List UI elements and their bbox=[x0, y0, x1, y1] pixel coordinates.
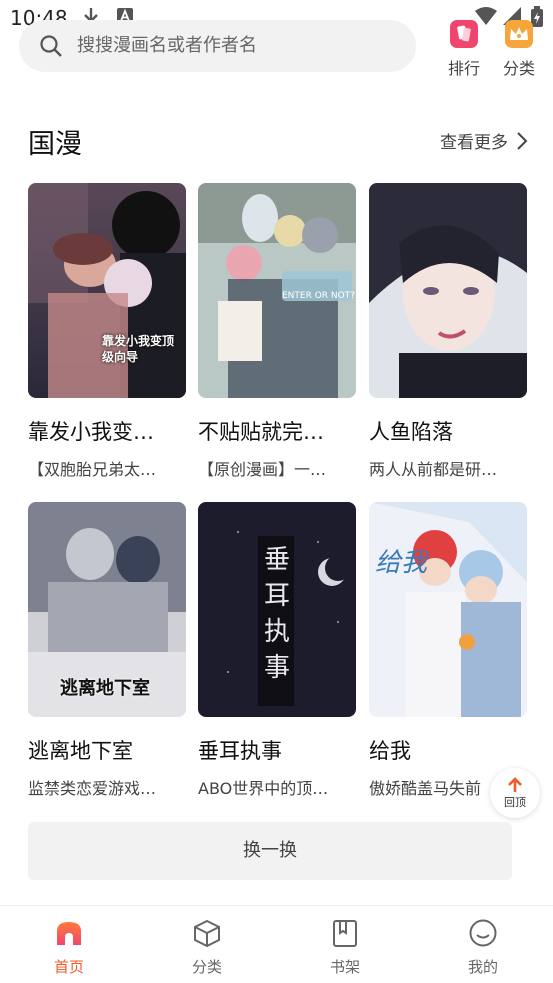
comic-title: 垂耳执事 bbox=[198, 739, 282, 763]
nav-item-profile[interactable]: 我的 bbox=[443, 918, 523, 977]
comic-cover: 靠发小我变顶级向导 bbox=[28, 183, 186, 398]
comic-cover bbox=[369, 183, 527, 398]
search-placeholder: 搜搜漫画名或者作者名 bbox=[77, 35, 257, 56]
nav-item-bookshelf[interactable]: 书架 bbox=[305, 918, 385, 977]
comic-title: 不贴贴就完… bbox=[198, 420, 324, 444]
smiley-icon bbox=[469, 919, 497, 947]
see-more-label: 查看更多 bbox=[440, 133, 508, 153]
nav-item-category[interactable]: 分类 bbox=[167, 918, 247, 977]
arrow-up-icon bbox=[508, 777, 522, 792]
rank-button[interactable]: 排行 bbox=[436, 20, 492, 79]
rank-icon bbox=[450, 20, 478, 48]
comic-cover: 垂耳执事 bbox=[198, 502, 356, 717]
comic-card[interactable]: 垂耳执事 垂耳执事 ABO世界中的顶… bbox=[198, 502, 356, 799]
section-title: 国漫 bbox=[28, 129, 82, 160]
comic-card[interactable]: 人鱼陷落 两人从前都是研… bbox=[369, 183, 527, 480]
comic-cover-title: 给我 bbox=[375, 548, 428, 578]
nav-label-category: 分类 bbox=[191, 958, 222, 976]
comic-cover: ENTER OR NOT? bbox=[198, 183, 356, 398]
comic-description: 【双胞胎兄弟太… bbox=[28, 460, 157, 479]
comic-card[interactable]: 逃离地下室 逃离地下室 监禁类恋爱游戏… bbox=[28, 502, 186, 799]
comic-title: 给我 bbox=[369, 739, 411, 763]
comic-cover-title: ENTER OR NOT? bbox=[282, 291, 356, 301]
comic-description: 两人从前都是研… bbox=[369, 460, 498, 479]
comic-cover: 给我 bbox=[369, 502, 527, 717]
comic-title: 逃离地下室 bbox=[28, 739, 133, 763]
category-button[interactable]: 分类 bbox=[491, 20, 547, 79]
category-label: 分类 bbox=[502, 59, 535, 78]
comic-card[interactable]: 靠发小我变顶级向导 靠发小我变… 【双胞胎兄弟太… bbox=[28, 183, 186, 480]
comic-description: 【原创漫画】一… bbox=[198, 460, 327, 479]
back-to-top-button[interactable]: 回顶 bbox=[490, 768, 540, 818]
comic-card[interactable]: 给我 给我 傲娇酷盖马失前 bbox=[369, 502, 527, 799]
nav-label-profile: 我的 bbox=[467, 958, 498, 976]
home-icon bbox=[57, 922, 81, 945]
back-to-top-label: 回顶 bbox=[504, 796, 526, 809]
comic-card[interactable]: ENTER OR NOT? 不贴贴就完… 【原创漫画】一… bbox=[198, 183, 356, 480]
nav-label-home: 首页 bbox=[53, 958, 84, 976]
search-icon bbox=[40, 35, 62, 57]
comic-cover-title: 逃离地下室 bbox=[60, 678, 150, 699]
crown-icon bbox=[505, 20, 533, 48]
nav-item-home[interactable]: 首页 bbox=[29, 918, 109, 977]
comic-cover-title: 靠发小我变顶级向导 bbox=[102, 334, 175, 364]
comic-cover: 逃离地下室 bbox=[28, 502, 186, 717]
refresh-button[interactable]: 换一换 bbox=[28, 822, 512, 880]
comic-title: 人鱼陷落 bbox=[369, 420, 453, 444]
section-header: 国漫 查看更多 bbox=[28, 118, 528, 162]
see-more-link[interactable]: 查看更多 bbox=[440, 128, 528, 153]
rank-label: 排行 bbox=[447, 59, 480, 78]
search-input[interactable]: 搜搜漫画名或者作者名 bbox=[19, 20, 416, 72]
comic-description: 监禁类恋爱游戏… bbox=[28, 779, 157, 798]
chevron-right-icon bbox=[517, 131, 528, 150]
cube-icon bbox=[194, 919, 220, 948]
comic-title: 靠发小我变… bbox=[28, 420, 154, 444]
comic-description: ABO世界中的顶… bbox=[198, 779, 329, 798]
bottom-nav: 首页 分类 书架 我的 bbox=[0, 905, 553, 983]
book-icon bbox=[333, 920, 357, 947]
nav-label-bookshelf: 书架 bbox=[329, 958, 360, 976]
comic-cover-title: 垂耳执事 bbox=[263, 545, 290, 683]
